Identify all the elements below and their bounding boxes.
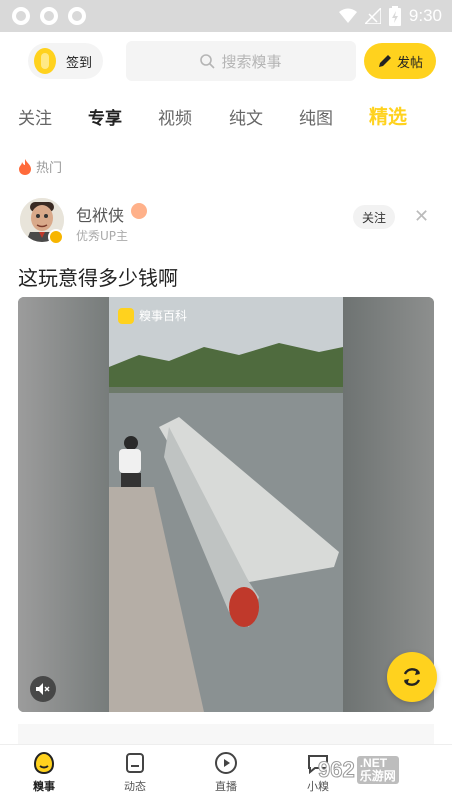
site-watermark-logo: 962 .NET 乐游网 xyxy=(318,756,399,784)
tab-follow[interactable]: 关注 xyxy=(18,104,52,129)
app-notification-icon xyxy=(40,7,58,25)
coin-icon xyxy=(34,48,56,74)
author-name[interactable]: 包袱侠 xyxy=(76,202,124,226)
video-blur-right xyxy=(343,297,434,712)
app-notification-icon xyxy=(68,7,86,25)
verified-badge-icon xyxy=(48,229,64,245)
category-tabs: 关注 专享 视频 纯文 纯图 精选 xyxy=(0,96,452,136)
nav-item-dynamic[interactable]: 动态 xyxy=(105,751,165,794)
post-title[interactable]: 这玩意得多少钱啊 xyxy=(18,262,178,291)
next-post-card[interactable] xyxy=(18,724,434,746)
search-icon xyxy=(200,53,216,69)
mute-icon xyxy=(36,683,50,695)
status-time: 9:30 xyxy=(408,6,442,25)
battery-icon xyxy=(388,6,401,26)
follow-button[interactable]: 关注 xyxy=(353,205,395,229)
search-placeholder: 搜索糗事 xyxy=(221,52,282,71)
tab-text[interactable]: 纯文 xyxy=(229,104,263,129)
hot-section-label: 热门 xyxy=(18,157,62,176)
flame-icon xyxy=(19,158,31,175)
post-button[interactable]: 发帖 xyxy=(364,43,436,79)
home-icon xyxy=(33,751,55,775)
signal-icon xyxy=(364,8,381,24)
pencil-icon xyxy=(378,55,391,67)
video-blur-left xyxy=(18,297,109,712)
tab-exclusive[interactable]: 专享 xyxy=(88,104,122,129)
tab-image[interactable]: 纯图 xyxy=(299,104,333,129)
checkin-label: 签到 xyxy=(66,55,93,71)
nav-item-qiushi[interactable]: 糗事 xyxy=(14,751,74,794)
status-notification-icons xyxy=(12,7,86,25)
author-level-icon xyxy=(131,203,147,219)
refresh-icon xyxy=(403,668,421,686)
video-player[interactable]: 糗事百科 xyxy=(18,297,434,712)
author-subtitle: 优秀UP主 xyxy=(76,229,129,243)
search-input[interactable]: 搜索糗事 xyxy=(126,41,356,81)
tab-featured[interactable]: 精选 xyxy=(369,102,407,129)
app-notification-icon xyxy=(12,7,30,25)
status-bar: 9:30 xyxy=(0,0,452,32)
close-icon[interactable]: ✕ xyxy=(414,206,429,227)
feed-icon xyxy=(126,753,144,773)
refresh-button[interactable] xyxy=(387,652,437,702)
mute-button[interactable] xyxy=(30,676,56,702)
play-icon xyxy=(215,752,237,774)
post-label: 发帖 xyxy=(396,55,423,71)
wifi-icon xyxy=(338,8,357,23)
video-thumbnail xyxy=(109,297,343,712)
checkin-button[interactable]: 签到 xyxy=(28,43,103,79)
nav-item-live[interactable]: 直播 xyxy=(196,751,256,794)
top-header: 签到 搜索糗事 发帖 xyxy=(0,32,452,90)
tab-video[interactable]: 视频 xyxy=(158,104,192,129)
brand-logo-icon xyxy=(118,307,134,324)
video-watermark: 糗事百科 xyxy=(118,307,187,324)
